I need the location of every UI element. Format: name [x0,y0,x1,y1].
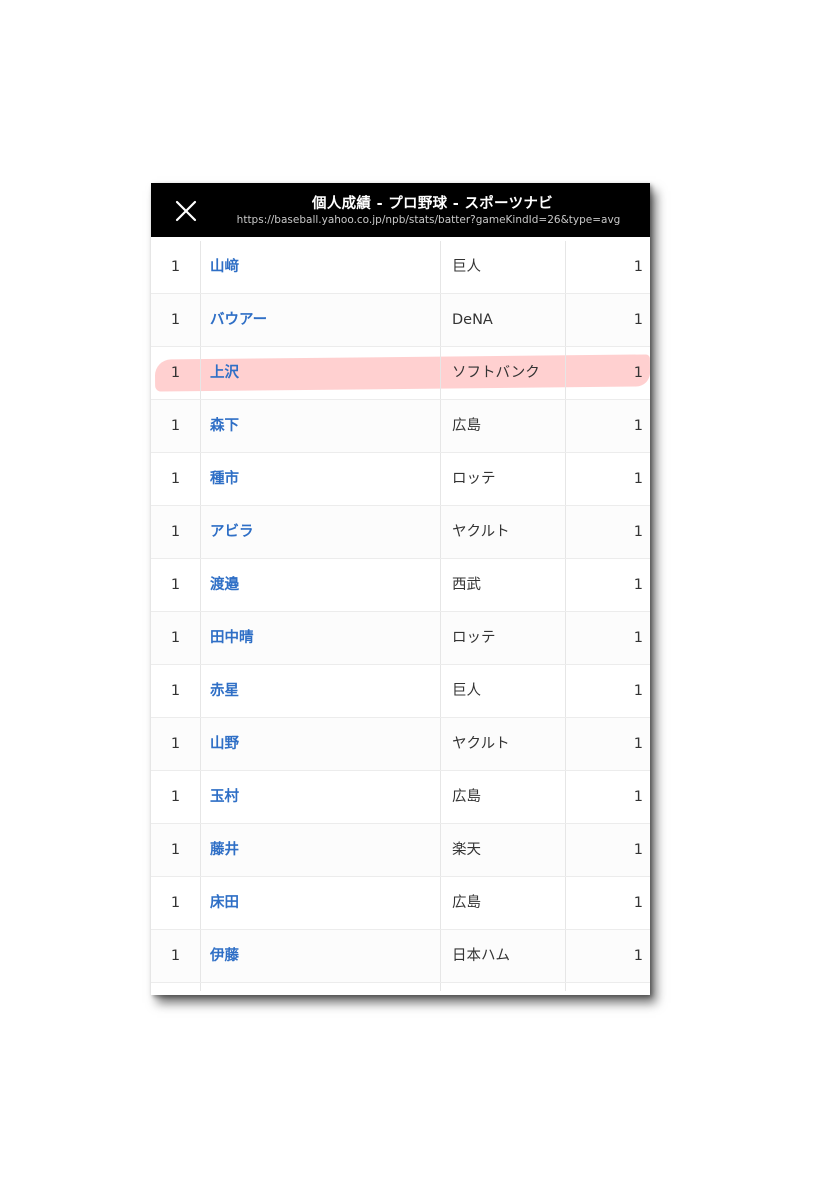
stat-value-cell: 1 [633,312,643,328]
rank-cell: 1 [151,824,201,876]
player-name-link[interactable]: 玉村 [201,771,441,823]
rank-cell: 1 [151,400,201,452]
stat-value-cell: 1 [633,259,643,275]
team-cell: ソフトバンク [442,347,566,399]
rank-cell: 1 [151,453,201,505]
team-cell: DeNA [442,294,566,346]
player-name-link[interactable]: 藤井 [201,824,441,876]
player-name-link[interactable]: 伊藤 [201,930,441,982]
stat-value-cell: 1 [633,895,643,911]
rank-cell: 1 [151,559,201,611]
stat-value-cell: 1 [633,842,643,858]
team-cell: 日本ハム [442,930,566,982]
table-row[interactable]: 1 玉村 広島 1 [151,771,650,824]
team-cell: 楽天 [442,824,566,876]
team-cell: 巨人 [442,241,566,293]
table-row[interactable]: 1 山野 ヤクルト 1 [151,718,650,771]
close-button[interactable] [173,198,199,224]
stat-value-cell: 1 [633,418,643,434]
player-name-link[interactable]: 森下 [201,400,441,452]
rank-cell: 1 [151,877,201,929]
browser-card: 個人成績 - プロ野球 - スポーツナビ https://baseball.ya… [151,183,650,995]
stat-value-cell: 1 [633,683,643,699]
player-name-link[interactable]: 種市 [201,453,441,505]
table-row[interactable]: 1 床田 広島 1 [151,877,650,930]
stat-value-cell: 1 [633,948,643,964]
empty-cell [201,983,441,991]
table-row-partial [151,983,650,991]
team-cell: 西武 [442,559,566,611]
stat-value-cell: 1 [633,471,643,487]
team-cell: ヤクルト [442,718,566,770]
stat-value-cell: 1 [633,577,643,593]
stat-value-cell: 1 [633,365,643,381]
rank-cell: 1 [151,241,201,293]
stat-value-cell: 1 [633,630,643,646]
rank-cell: 1 [151,930,201,982]
browser-header: 個人成績 - プロ野球 - スポーツナビ https://baseball.ya… [151,183,650,237]
team-cell: ロッテ [442,612,566,664]
rank-cell: 1 [151,612,201,664]
table-row[interactable]: 1 田中晴 ロッテ 1 [151,612,650,665]
table-row[interactable]: 1 伊藤 日本ハム 1 [151,930,650,983]
table-row[interactable]: 1 バウアー DeNA 1 [151,294,650,347]
player-name-link[interactable]: アビラ [201,506,441,558]
stat-value-cell: 1 [633,736,643,752]
stats-table: 1 山﨑 巨人 1 1 バウアー DeNA 1 1 上沢 ソフトバンク 1 1 森下 広島 1 1 種市 ロッテ 1 1… [151,241,650,991]
page-title: 個人成績 - プロ野球 - スポーツナビ [312,196,553,212]
close-icon [175,200,197,222]
team-cell: 巨人 [442,665,566,717]
player-name-link[interactable]: 山﨑 [201,241,441,293]
stat-value-cell: 1 [633,524,643,540]
stat-value-cell: 1 [633,789,643,805]
rank-cell: 1 [151,771,201,823]
empty-cell [151,983,201,991]
empty-cell [442,983,566,991]
team-cell: ヤクルト [442,506,566,558]
table-row[interactable]: 1 アビラ ヤクルト 1 [151,506,650,559]
team-cell: 広島 [442,400,566,452]
player-name-link[interactable]: 赤星 [201,665,441,717]
team-cell: 広島 [442,877,566,929]
player-name-link[interactable]: 床田 [201,877,441,929]
table-row[interactable]: 1 赤星 巨人 1 [151,665,650,718]
rank-cell: 1 [151,665,201,717]
player-name-link[interactable]: 山野 [201,718,441,770]
rank-cell: 1 [151,294,201,346]
table-row[interactable]: 1 渡邉 西武 1 [151,559,650,612]
player-name-link[interactable]: バウアー [201,294,441,346]
rank-cell: 1 [151,347,201,399]
page-url[interactable]: https://baseball.yahoo.co.jp/npb/stats/b… [213,214,644,226]
rank-cell: 1 [151,506,201,558]
table-row[interactable]: 1 上沢 ソフトバンク 1 [151,347,650,400]
table-row[interactable]: 1 山﨑 巨人 1 [151,241,650,294]
player-name-link[interactable]: 渡邉 [201,559,441,611]
table-row[interactable]: 1 藤井 楽天 1 [151,824,650,877]
table-row[interactable]: 1 種市 ロッテ 1 [151,453,650,506]
player-name-link[interactable]: 上沢 [201,347,441,399]
player-name-link[interactable]: 田中晴 [201,612,441,664]
table-row[interactable]: 1 森下 広島 1 [151,400,650,453]
team-cell: ロッテ [442,453,566,505]
team-cell: 広島 [442,771,566,823]
rank-cell: 1 [151,718,201,770]
